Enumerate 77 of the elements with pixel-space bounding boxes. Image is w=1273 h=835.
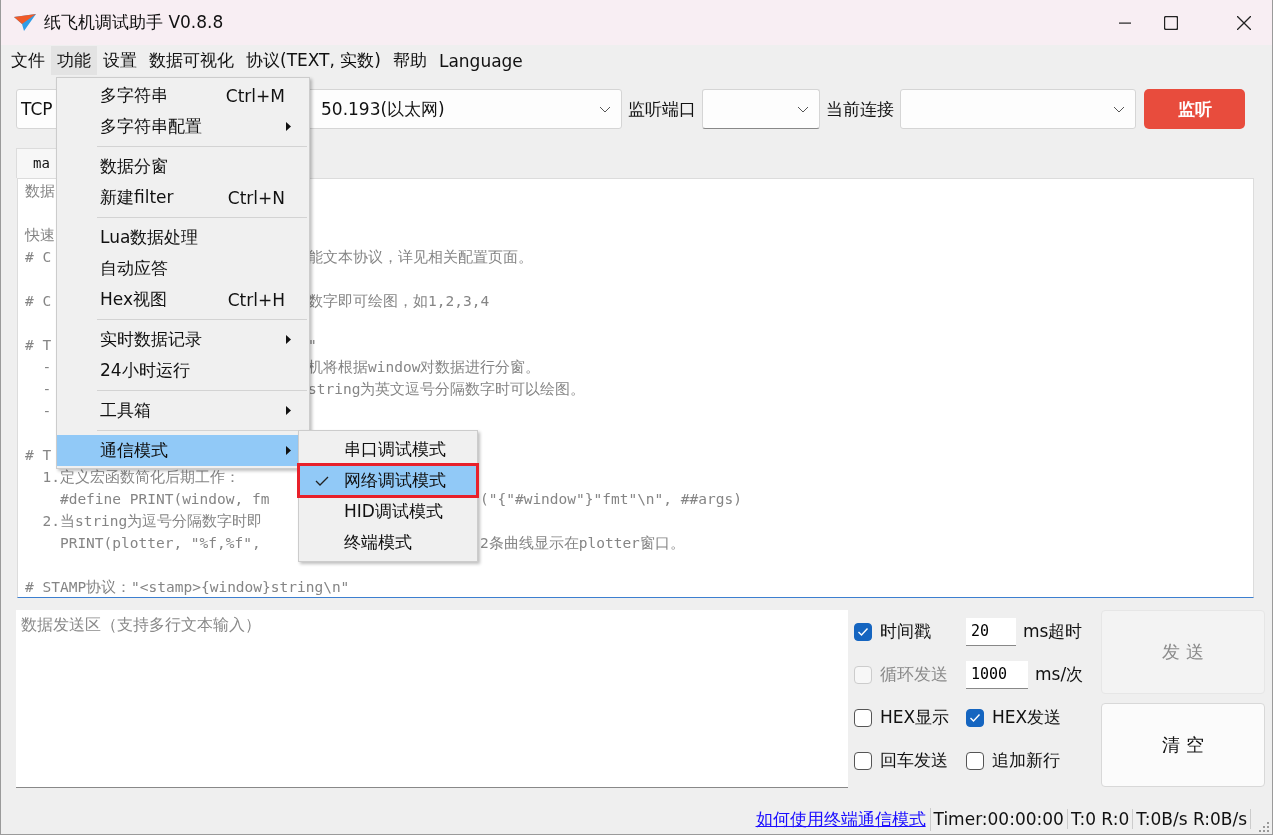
submenu-arrow-icon [286,406,291,415]
log-text: ("{"#window"}"fmt"\n", ##args) [480,490,742,509]
paper-plane-icon [14,13,36,32]
maximize-icon [1164,15,1178,30]
log-text: # T [25,447,52,463]
clear-button[interactable]: 清 空 [1101,703,1265,787]
checkbox-label: HEX显示 [880,706,951,729]
help-link[interactable]: 如何使用终端通信模式 [755,807,931,831]
menu-item[interactable]: Lua数据处理 [57,222,309,253]
checkbox[interactable] [966,708,984,727]
checkbox-label: 追加新行 [992,749,1061,772]
chevron-down-icon [1113,105,1125,113]
submenu-arrow-icon [286,335,291,344]
log-text: 2条曲线显示在plotter窗口。 [480,534,685,553]
unit-label: ms超时 [1023,620,1083,643]
check-icon [857,626,869,637]
checkbox[interactable] [854,751,872,770]
chevron-down-icon [599,105,611,113]
menu-item[interactable]: 数据可视化 [143,46,240,75]
connection-label: 当前连接 [826,97,894,121]
menu-item[interactable]: 工具箱 [57,395,309,426]
checkmark-icon [314,475,329,486]
menu-item[interactable]: 自动应答 [57,253,309,284]
count-text: T:0 R:0 [1067,809,1134,829]
log-text: # T [25,337,52,353]
log-text: # C [25,249,52,265]
number-field[interactable]: 20 [966,617,1016,646]
log-text: - [41,381,52,397]
send-input-field[interactable]: 数据发送区（支持多行文本输入） [16,610,848,788]
menu-item[interactable]: Hex视图 Ctrl+H [57,284,309,315]
listen-button[interactable]: 监听 [1144,89,1245,129]
menu-item[interactable]: 实时数据记录 [57,324,309,355]
checkbox-label: 时间戳 [880,620,932,643]
menu-item[interactable]: 协议(TEXT, 实数) [240,46,387,75]
log-text: 1.定义宏函数简化后期工作： [41,469,240,485]
minimize-icon [1119,21,1131,24]
log-text: PRINT(plotter, "%f,%f", [58,535,261,551]
chevron-down-icon [797,105,809,113]
checkbox-label: 循环发送 [880,663,949,686]
log-text: # C [25,293,52,309]
log-text: - [41,359,52,375]
checkbox[interactable] [854,622,872,641]
menu-item[interactable]: 终端模式 [299,527,477,558]
checkbox-label: HEX发送 [992,706,1063,729]
window-title: 纸飞机调试助手 V0.8.8 [44,11,224,34]
log-text: string为英文逗号分隔数字时可以绘图。 [308,380,586,399]
log-text: # STAMP协议："<stamp>{window}string\n" [25,579,350,595]
close-icon [1237,15,1251,30]
unit-label: ms/次 [1035,663,1084,686]
log-text: - [41,403,52,419]
menu-item[interactable]: 设置 [97,46,143,75]
menu-item[interactable]: 24小时运行 [57,355,309,386]
menu-item[interactable]: 文件 [5,46,51,75]
menu-item[interactable]: 帮助 [386,46,433,75]
port-label: 监听端口 [628,97,696,121]
log-text: 2.当string为逗号分隔数字时即 [41,513,263,529]
menu-item[interactable]: Language [432,47,529,74]
log-text: #define PRINT(window, fm [58,491,270,507]
checkbox-label: 回车发送 [880,749,949,772]
menu-item[interactable]: 网络调试模式 [299,465,477,496]
address-text: 50.193(以太网) [321,97,446,121]
checkbox[interactable] [966,751,984,770]
check-icon [969,712,981,723]
port-dropdown[interactable] [702,89,820,129]
submenu-arrow-icon [286,122,291,131]
menu-item[interactable]: 新建filter Ctrl+N [57,182,309,213]
menu-item[interactable]: 数据分窗 [57,151,309,182]
timer-text: Timer:00:00:00 [930,809,1068,829]
resize-grip-icon [1259,822,1269,832]
log-text: 数据 [25,183,55,199]
submenu-arrow-icon [286,446,291,455]
rate-text: T:0B/s R:0B/s [1133,809,1251,829]
log-text: 快速 [25,227,55,243]
menu-item[interactable]: HID调试模式 [299,496,477,527]
menu-item[interactable]: 功能 [51,46,97,75]
log-text: " [308,336,317,355]
checkbox[interactable] [854,708,872,727]
